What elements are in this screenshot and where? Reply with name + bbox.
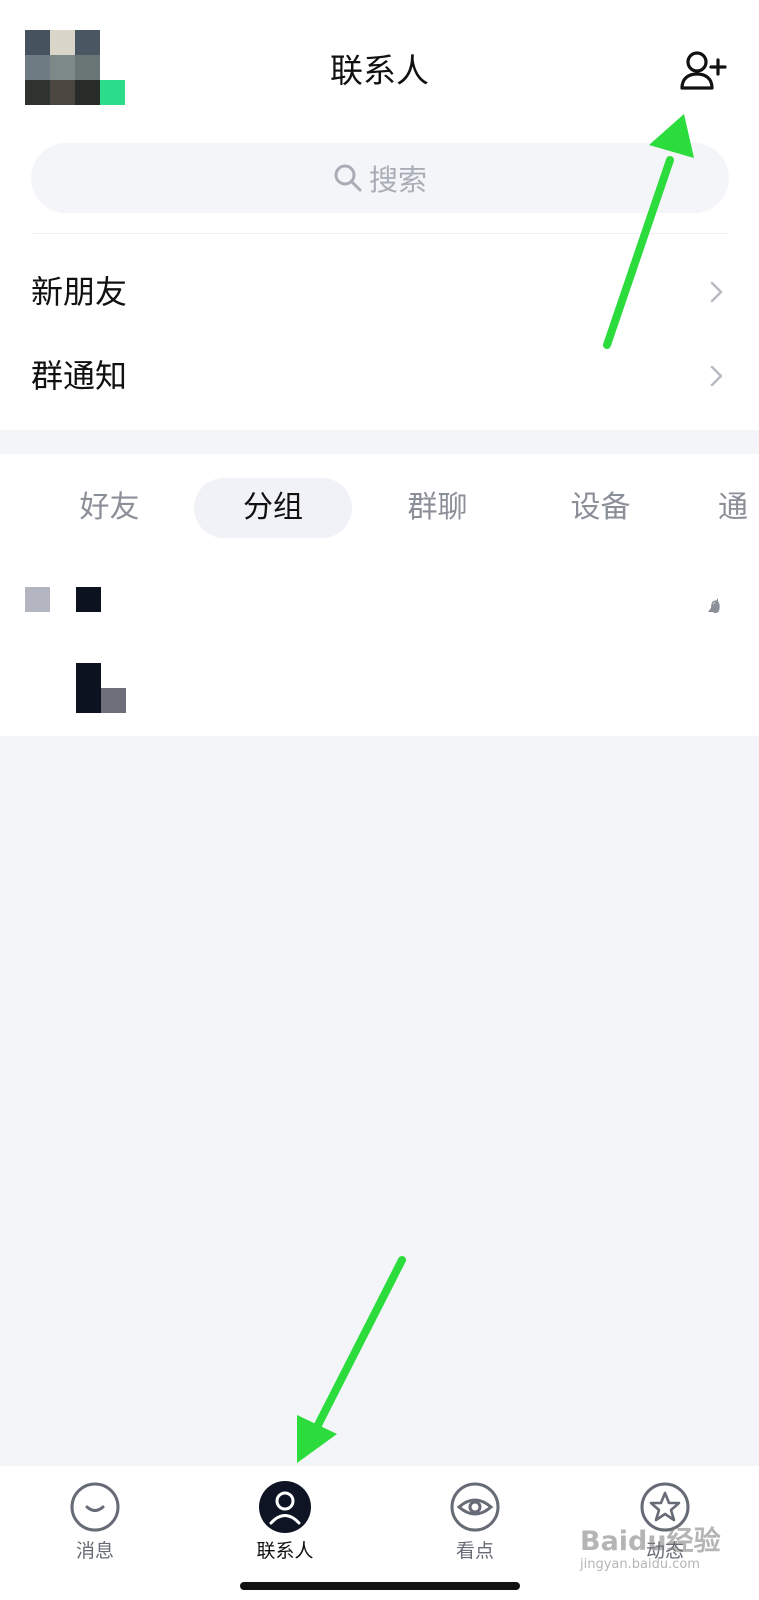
group-member-count: 0 — [710, 598, 721, 618]
divider — [31, 233, 729, 234]
nav-messages-label: 消息 — [75, 1540, 114, 1562]
nav-discover-label: 看点 — [455, 1540, 494, 1562]
contacts-panel: 好友 分组 群聊 设备 通 0 — [0, 454, 759, 736]
nav-contacts-label: 联系人 — [256, 1540, 314, 1562]
page-title: 联系人 — [330, 51, 429, 90]
tab-devices[interactable]: 设备 — [543, 478, 658, 538]
contact-person-icon — [259, 1481, 311, 1533]
search-placeholder: 搜索 — [368, 163, 427, 197]
chat-bubble-icon — [70, 1482, 120, 1532]
watermark-url: jingyan.baidu.com — [580, 1557, 700, 1572]
search-icon — [334, 164, 362, 192]
watermark-brand: Baidu经验 — [580, 1526, 721, 1557]
tab-group-chats[interactable]: 群聊 — [380, 478, 495, 538]
nav-discover[interactable]: 看点 — [405, 1480, 545, 1564]
group-name-blur — [76, 587, 101, 612]
person-add-icon — [680, 51, 727, 90]
group-notifications-label: 群通知 — [31, 357, 128, 395]
group-name-blur — [101, 688, 126, 713]
nav-messages[interactable]: 消息 — [25, 1480, 165, 1564]
group-notifications-entry[interactable]: 群通知 — [0, 336, 759, 416]
tab-more[interactable]: 通 — [718, 478, 759, 538]
add-contact-button[interactable] — [678, 46, 728, 96]
nav-contacts[interactable]: 联系人 — [215, 1480, 355, 1564]
chevron-right-icon — [710, 281, 723, 303]
new-friends-entry[interactable]: 新朋友 — [0, 252, 759, 332]
new-friends-label: 新朋友 — [31, 273, 128, 311]
search-bar[interactable]: 搜索 — [31, 143, 729, 213]
home-indicator — [240, 1582, 520, 1590]
chevron-right-icon — [710, 365, 723, 387]
tab-friends[interactable]: 好友 — [52, 478, 167, 538]
watermark: Baidu经验 jingyan.baidu.com — [580, 1527, 721, 1573]
group-icon — [25, 587, 50, 612]
eye-icon — [450, 1482, 500, 1532]
top-panel: 联系人 搜索 新朋友 群通知 — [0, 0, 759, 430]
arrow-to-contacts-tab — [297, 1256, 406, 1463]
section-gap — [0, 430, 759, 454]
tab-groups[interactable]: 分组 — [194, 478, 352, 538]
group-name-blur — [76, 663, 101, 713]
